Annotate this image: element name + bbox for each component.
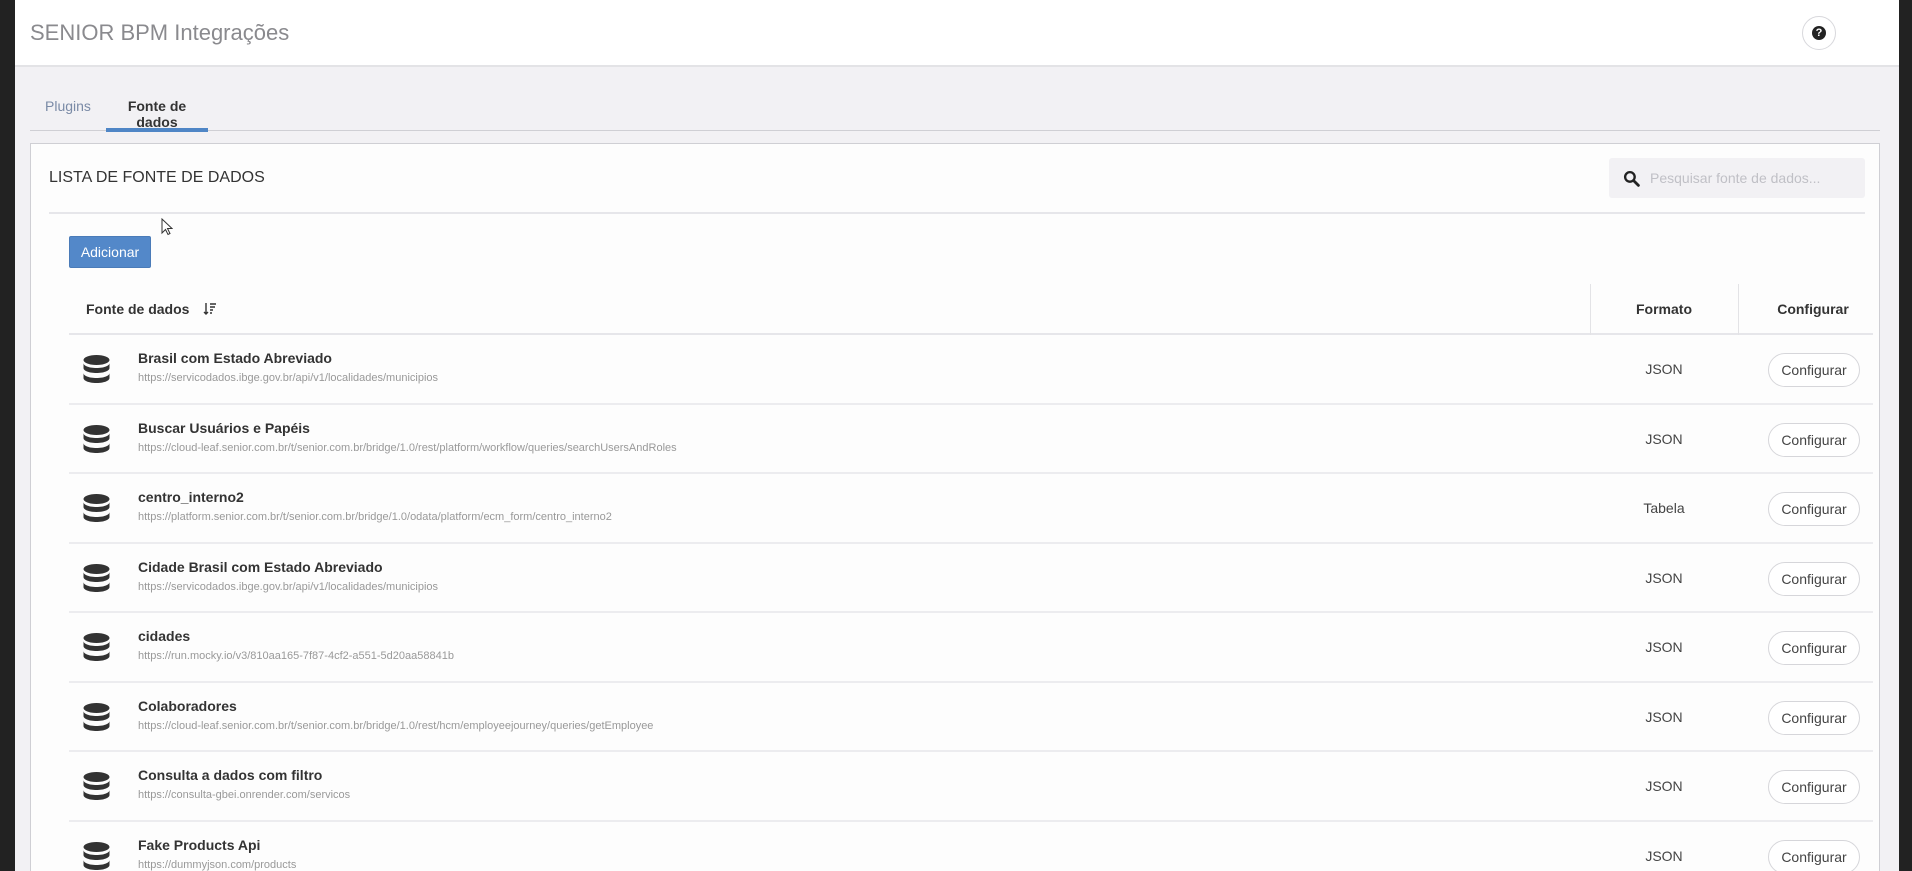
mouse-cursor-icon: [161, 218, 173, 236]
help-button[interactable]: ?: [1802, 16, 1836, 50]
configure-button[interactable]: Configurar: [1768, 492, 1860, 526]
column-header-name[interactable]: Fonte de dados: [86, 301, 217, 317]
table-row: centro_interno2 https://platform.senior.…: [69, 474, 1873, 544]
data-source-url: https://servicodados.ibge.gov.br/api/v1/…: [138, 580, 439, 593]
data-source-url: https://servicodados.ibge.gov.br/api/v1/…: [138, 372, 439, 384]
app: SENIOR BPM Integrações ? Plugins Fonte d…: [15, 0, 1899, 871]
data-source-name: Cidade Brasil com Estado Abreviado: [138, 558, 383, 575]
search-input[interactable]: [1650, 170, 1850, 186]
data-source-table: Fonte de dados Formato Configurar Brasil…: [69, 284, 1873, 871]
data-source-name: Brasil com Estado Abreviado: [138, 350, 332, 366]
data-source-format: JSON: [1645, 778, 1683, 794]
database-icon: [83, 494, 110, 522]
data-source-name: Fake Products Api: [138, 836, 261, 853]
table-row: Consulta a dados com filtro https://cons…: [69, 752, 1873, 822]
configure-button[interactable]: Configurar: [1768, 561, 1860, 596]
tabs: Plugins Fonte de dados: [30, 88, 1880, 132]
table-row: Fake Products Api https://dummyjson.com/…: [69, 822, 1873, 871]
table-body: Brasil com Estado Abreviado https://serv…: [69, 335, 1873, 871]
search-icon: [1623, 170, 1640, 187]
data-source-name: cidades: [138, 628, 191, 644]
data-source-format: Tabela: [1643, 500, 1685, 516]
data-source-name: Consulta a dados com filtro: [138, 767, 323, 783]
table-header: Fonte de dados Formato Configurar: [69, 284, 1873, 335]
database-icon: [83, 355, 110, 383]
data-source-format: JSON: [1645, 847, 1683, 864]
data-source-name: Buscar Usuários e Papéis: [138, 419, 310, 436]
column-header-configure: Configurar: [1777, 301, 1849, 317]
data-source-url: https://platform.senior.com.br/t/senior.…: [138, 511, 612, 523]
tab-plugins[interactable]: Plugins: [45, 98, 91, 114]
data-source-url: https://run.mocky.io/v3/810aa165-7f87-4c…: [138, 650, 454, 662]
configure-button[interactable]: Configurar: [1768, 839, 1860, 871]
configure-button[interactable]: Configurar: [1768, 700, 1860, 735]
data-source-url: https://consulta-gbei.onrender.com/servi…: [138, 789, 351, 801]
data-source-format: JSON: [1645, 361, 1683, 377]
data-source-url: https://cloud-leaf.senior.com.br/t/senio…: [138, 441, 677, 454]
tab-fonte-de-dados[interactable]: Fonte de dados: [106, 98, 208, 132]
database-icon: [83, 702, 110, 731]
column-name-label: Fonte de dados: [86, 301, 190, 317]
configure-button[interactable]: Configurar: [1768, 422, 1860, 457]
header: SENIOR BPM Integrações ?: [15, 0, 1899, 67]
configure-button[interactable]: Configurar: [1768, 631, 1860, 665]
database-icon: [83, 563, 110, 592]
search-box: [1609, 158, 1865, 198]
column-header-format: Formato: [1636, 301, 1692, 317]
database-icon: [83, 424, 110, 453]
sort-icon[interactable]: [203, 302, 217, 316]
database-icon: [83, 841, 110, 870]
page-title: SENIOR BPM Integrações: [30, 20, 290, 45]
data-source-name: centro_interno2: [138, 489, 244, 505]
table-row: cidades https://run.mocky.io/v3/810aa165…: [69, 613, 1873, 683]
data-source-format: JSON: [1645, 569, 1683, 586]
data-source-panel: LISTA DE FONTE DE DADOS Adicionar Fonte …: [30, 143, 1880, 871]
data-source-format: JSON: [1645, 430, 1683, 447]
data-source-url: https://dummyjson.com/products: [138, 858, 297, 871]
data-source-format: JSON: [1645, 708, 1683, 725]
question-circle-icon: ?: [1812, 26, 1826, 40]
data-source-name: Colaboradores: [138, 697, 237, 714]
table-row: Brasil com Estado Abreviado https://serv…: [69, 335, 1873, 405]
data-source-format: JSON: [1645, 639, 1683, 655]
database-icon: [83, 633, 110, 661]
configure-button[interactable]: Configurar: [1768, 770, 1860, 804]
table-row: Colaboradores https://cloud-leaf.senior.…: [69, 683, 1873, 752]
divider: [49, 212, 1865, 214]
database-icon: [83, 772, 110, 800]
add-button[interactable]: Adicionar: [69, 236, 151, 268]
panel-title: LISTA DE FONTE DE DADOS: [49, 169, 265, 186]
configure-button[interactable]: Configurar: [1768, 353, 1860, 387]
table-row: Cidade Brasil com Estado Abreviado https…: [69, 544, 1873, 613]
table-row: Buscar Usuários e Papéis https://cloud-l…: [69, 405, 1873, 474]
data-source-url: https://cloud-leaf.senior.com.br/t/senio…: [138, 719, 654, 732]
